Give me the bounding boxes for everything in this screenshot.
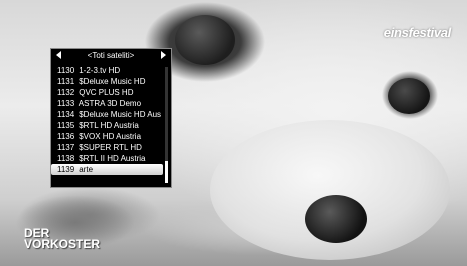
show-logo-line2: VORKOSTER [24,237,101,251]
arrow-left-icon[interactable] [56,51,61,59]
dark-olive-right [388,78,430,114]
channel-row[interactable]: 1130 1-2-3.tv HD [51,65,163,76]
channel-name: ASTRA 3D Demo [78,99,142,108]
channel-list-header: <Toti sateliti> [51,49,171,63]
arrow-right-icon[interactable] [161,51,166,59]
channel-name: $SUPER RTL HD [79,143,142,152]
channel-number: 1138 [57,154,75,163]
scrollbar[interactable] [165,67,168,183]
channel-number: 1130 [57,66,75,75]
dark-olive-bottom [305,195,367,243]
channel-list: 1130 1-2-3.tv HD 1131 $Deluxe Music HD 113… [51,65,163,175]
channel-row[interactable]: 1132 QVC PLUS HD [51,87,163,98]
channel-logo: einsfestival [383,25,452,40]
channel-row[interactable]: 1137 $SUPER RTL HD [51,142,163,153]
channel-row[interactable]: 1139 arte [51,164,163,175]
channel-name: $RTL HD Austria [79,121,139,130]
channel-number: 1135 [57,121,75,130]
show-logo: DER VORKOSTER [24,227,101,251]
channel-number: 1133 [57,99,75,108]
channel-row[interactable]: 1138 $RTL II HD Austria [51,153,163,164]
channel-number: 1139 [57,165,75,174]
channel-row[interactable]: 1135 $RTL HD Austria [51,120,163,131]
channel-name: $RTL II HD Austria [79,154,146,163]
channel-name: QVC PLUS HD [79,88,134,97]
channel-row[interactable]: 1131 $Deluxe Music HD [51,76,163,87]
channel-name: $Deluxe Music HD [79,77,146,86]
channel-number: 1132 [57,88,75,97]
dark-olive-top [175,15,235,65]
channel-name: $Deluxe Music HD Aus [79,110,162,119]
channel-name: $VOX HD Austria [79,132,142,141]
channel-number: 1134 [57,110,75,119]
channel-row[interactable]: 1136 $VOX HD Austria [51,131,163,142]
channel-number: 1131 [57,77,75,86]
channel-number: 1137 [57,143,75,152]
channel-name: 1-2-3.tv HD [79,66,121,75]
channel-name: arte [79,165,94,174]
channel-row[interactable]: 1134 $Deluxe Music HD Aus [51,109,163,120]
channel-row[interactable]: 1133 ASTRA 3D Demo [51,98,163,109]
channel-number: 1136 [57,132,75,141]
channel-list-panel: <Toti sateliti> 1130 1-2-3.tv HD 1131 $De… [50,48,172,188]
satellite-group-title: <Toti sateliti> [87,51,135,60]
scrollbar-thumb[interactable] [165,161,168,183]
